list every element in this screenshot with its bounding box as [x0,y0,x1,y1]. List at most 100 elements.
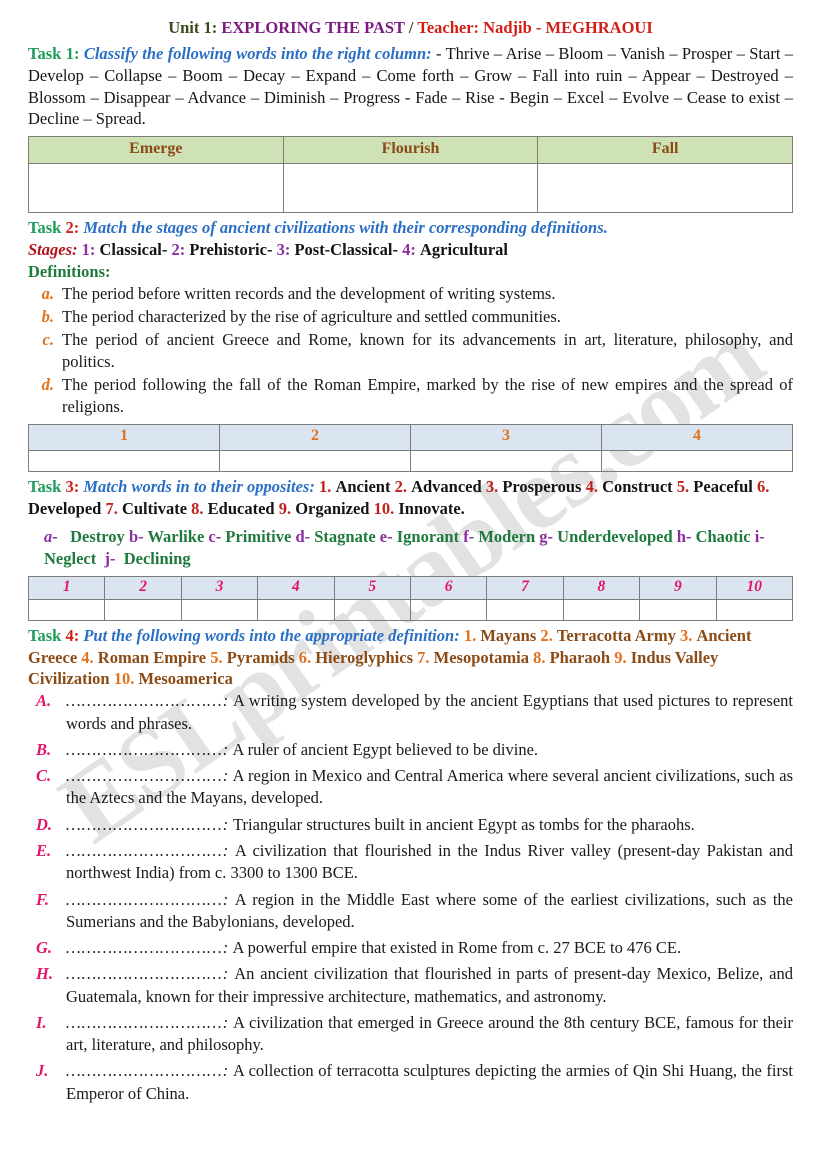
list-item: F. …………………………: A region in the Middle Ea… [28,889,793,934]
task4-word-num-10: 10. [113,669,135,689]
task2-answer-3[interactable] [410,449,602,472]
task3-instruction: Match words in to their opposites: [83,476,315,496]
task3-answer-10[interactable] [715,598,794,621]
task4-word-num-4: 4. [81,647,94,667]
task4-label: Task [28,625,62,645]
task4-word-num-9: 9. [614,647,627,667]
task3-answer-5[interactable] [333,598,411,621]
task2-table: 1 2 3 4 [28,423,793,472]
blank-line-a[interactable]: …………………………: [66,691,229,710]
blank-line-c[interactable]: …………………………: [66,766,229,785]
task3-header-3: 3 [180,575,259,600]
task3-answer-8[interactable] [562,598,641,621]
task2-answer-4[interactable] [601,449,793,472]
task3-word-2: Advanced [411,476,482,496]
blank-line-b[interactable]: …………………………: [66,740,229,759]
task2-table-header-row: 1 2 3 4 [28,423,793,451]
task3-header-7: 7 [486,575,564,600]
list-item: J. …………………………: A collection of terracott… [28,1060,793,1105]
task1-answer-emerge[interactable] [28,163,284,214]
task3-table-header-row: 1 2 3 4 5 6 7 8 9 10 [27,575,794,600]
opposite-word-f: Modern [478,526,536,546]
definition-text-d: The period following the fall of the Rom… [62,374,793,416]
task3-answer-9[interactable] [639,598,717,621]
task2-header-1: 1 [28,423,220,451]
blank-line-j[interactable]: …………………………: [66,1061,229,1080]
blank-line-d[interactable]: …………………………: [66,815,229,834]
task4-instruction: Put the following words into the appropr… [83,625,460,645]
blank-line-f[interactable]: …………………………: [66,890,229,909]
stages-sep-2: - [266,240,273,260]
opposite-word-e: Ignorant [396,526,460,546]
task3-word-5: Peaceful [693,476,753,496]
answer-row-e: …………………………: A civilization that flourish… [66,840,793,885]
answer-text-b: A ruler of ancient Egypt believed to be … [232,739,539,759]
opposite-letter-b: b- [128,526,144,546]
blank-line-e[interactable]: …………………………: [66,841,229,860]
answer-row-a: …………………………: A writing system developed b… [66,690,793,735]
task4-word-num-2: 2. [540,625,553,645]
task2-definitions-label: Definitions: [28,261,793,283]
definition-text-b: The period characterized by the rise of … [62,307,561,327]
task2-table-answer-row [28,449,793,472]
stage-num-4: 4: [402,240,416,260]
task4-word-7: Mesopotamia [433,647,529,667]
task3-word-10: Innovate. [398,498,465,518]
list-item: C. …………………………: A region in Mexico and Ce… [28,765,793,810]
task4-word-1: Mayans [480,625,537,645]
answer-row-f: …………………………: A region in the Middle East … [66,889,793,934]
task3-table-answer-row [27,598,794,621]
stages-sep-3: - [392,240,399,260]
definition-text-c: The period of ancient Greece and Rome, k… [62,330,793,371]
task3-answer-6[interactable] [409,598,488,621]
list-item: c. The period of ancient Greece and Rome… [28,329,793,373]
answer-row-j: …………………………: A collection of terracotta s… [66,1060,793,1105]
opposite-letter-i: i- [754,526,765,546]
answer-text-d: Triangular structures built in ancient E… [233,814,695,834]
answer-marker-e: E. [36,840,52,860]
opposite-letter-e: e- [379,526,393,546]
opposite-word-b: Warlike [147,526,205,546]
task3-answer-7[interactable] [486,598,564,621]
task2-answer-2[interactable] [219,449,411,472]
task4-word-10: Mesoamerica [138,669,233,689]
worksheet-content: Unit 1: EXPLORING THE PAST / Teacher: Na… [0,0,821,1105]
definition-text-a: The period before written records and th… [62,284,556,304]
task1-block: Task 1: Classify the following words int… [28,43,793,131]
stage-num-2: 2: [171,240,186,260]
blank-line-h[interactable]: …………………………: [66,964,229,983]
task3-word-9: Organized [295,498,370,518]
task1-answer-fall[interactable] [537,163,793,214]
task2-label: Task [28,218,62,238]
task3-answer-1[interactable] [27,598,106,621]
task1-answer-flourish[interactable] [282,163,539,214]
list-item: E. …………………………: A civilization that flour… [28,840,793,885]
task4-word-2: Terracotta Army [556,625,676,645]
task4-word-num-5: 5. [210,647,223,667]
list-item: b. The period characterized by the rise … [28,306,793,328]
task3-answer-2[interactable] [104,598,182,621]
task2-answer-1[interactable] [28,449,220,472]
list-item: B. …………………………: A ruler of ancient Egypt … [28,739,793,761]
teacher-name: Teacher: Nadjib - MEGHRAOUI [417,18,653,37]
task3-answer-3[interactable] [180,598,259,621]
task1-instruction: Classify the following words into the ri… [83,43,432,63]
stages-label: Stages: [28,240,78,260]
task3-header-4: 4 [257,575,335,600]
title-separator: / [408,18,414,37]
unit-title: EXPLORING THE PAST [221,18,405,37]
answer-row-d: …………………………: Triangular structures built … [66,814,793,836]
task3-word-num-5: 5. [676,476,690,496]
blank-line-g[interactable]: …………………………: [66,938,229,957]
task3-opposites-list: a- Destroy b- Warlike c- Primitive d- St… [28,526,793,570]
opposite-letter-d: d- [295,526,311,546]
task3-word-num-6: 6. [756,476,770,496]
task4-word-num-7: 7. [417,647,430,667]
page-title: Unit 1: EXPLORING THE PAST / Teacher: Na… [28,18,793,39]
task3-word-num-10: 10. [373,498,395,518]
task3-answer-4[interactable] [257,598,335,621]
worksheet-page: ESLprintables.com Unit 1: EXPLORING THE … [0,0,821,1161]
task3-header-8: 8 [562,575,641,600]
stage-num-3: 3: [276,240,291,260]
blank-line-i[interactable]: …………………………: [66,1013,229,1032]
